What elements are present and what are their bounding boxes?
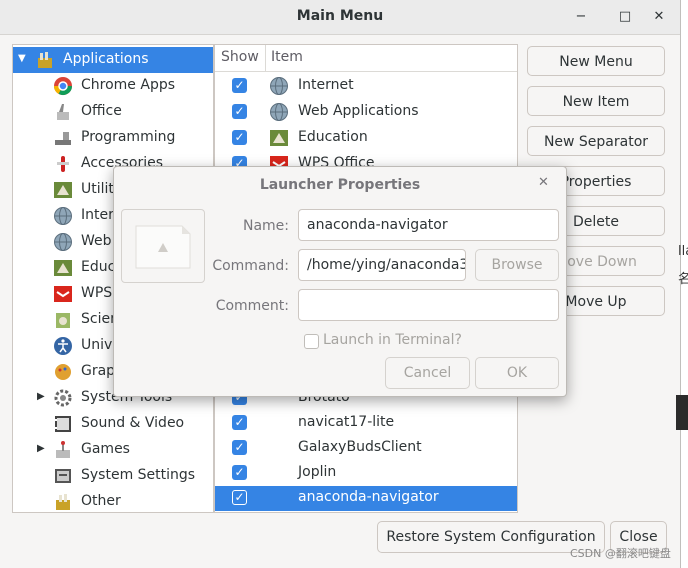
- maximize-icon[interactable]: □: [614, 6, 636, 28]
- science-icon: [56, 313, 70, 328]
- show-checkbox[interactable]: ✓: [232, 104, 247, 119]
- accessories-icon: [57, 156, 69, 172]
- name-label: Name:: [242, 218, 289, 234]
- list-item-label: navicat17-lite: [298, 414, 395, 430]
- gear-icon: [54, 389, 72, 407]
- show-checkbox[interactable]: ✓: [232, 440, 247, 455]
- applications-icon: [38, 52, 52, 68]
- browse-button[interactable]: Browse: [475, 249, 559, 281]
- chevron-right-icon[interactable]: ▶: [37, 391, 45, 402]
- chevron-right-icon[interactable]: ▶: [37, 443, 45, 454]
- accessibility-icon: [54, 337, 72, 355]
- other-icon: [56, 494, 70, 510]
- comment-field[interactable]: [298, 289, 559, 321]
- launch-in-terminal-label: Launch in Terminal?: [323, 332, 462, 348]
- minimize-icon[interactable]: −: [570, 6, 592, 28]
- tree-item-office[interactable]: Office: [13, 99, 213, 125]
- show-checkbox[interactable]: ✓: [232, 130, 247, 145]
- list-item-label: anaconda-navigator: [298, 489, 439, 505]
- programming-icon: [55, 132, 71, 145]
- tree-item-system-settings[interactable]: System Settings: [13, 463, 213, 489]
- dialog-title: Launcher Properties: [259, 177, 421, 193]
- column-header-item[interactable]: Item: [271, 49, 303, 65]
- list-item-selected[interactable]: ✓ anaconda-navigator: [215, 486, 517, 511]
- launch-in-terminal-checkbox[interactable]: [304, 334, 319, 349]
- show-checkbox[interactable]: ✓: [232, 490, 247, 505]
- tree-item-label: Sound & Video: [81, 415, 185, 431]
- list-item[interactable]: ✓ Web Applications: [215, 100, 517, 125]
- office-icon: [57, 104, 69, 120]
- tree-item-label: Office: [81, 103, 122, 119]
- globe-icon: [270, 103, 288, 121]
- show-checkbox[interactable]: ✓: [232, 465, 247, 480]
- ok-button[interactable]: OK: [475, 357, 559, 389]
- film-icon: [55, 416, 71, 432]
- watermark: CSDN @翻滚吧键盘: [570, 547, 671, 560]
- background-text: lla: [678, 244, 688, 259]
- list-item[interactable]: ✓ GalaxyBudsClient: [215, 436, 517, 461]
- tree-item-applications[interactable]: ▼ Applications: [13, 47, 213, 73]
- new-item-button[interactable]: New Item: [527, 86, 665, 116]
- graphics-icon: [55, 364, 71, 380]
- command-label: Command:: [212, 258, 289, 274]
- games-icon: [56, 441, 70, 458]
- tree-item-label: Games: [81, 441, 130, 457]
- new-menu-button[interactable]: New Menu: [527, 46, 665, 76]
- utilities-icon: [54, 182, 72, 198]
- column-divider: [265, 45, 266, 71]
- tree-item-chrome-apps[interactable]: Chrome Apps: [13, 73, 213, 99]
- list-item[interactable]: ✓ Education: [215, 126, 517, 151]
- chevron-down-icon[interactable]: ▼: [18, 53, 26, 64]
- new-separator-button[interactable]: New Separator: [527, 126, 665, 156]
- tree-item-other[interactable]: Other: [13, 489, 213, 512]
- tree-item-label: Applications: [63, 51, 149, 67]
- list-item-label: Internet: [298, 77, 354, 93]
- settings-icon: [55, 469, 71, 483]
- list-header: Show Item: [215, 45, 517, 72]
- show-checkbox[interactable]: ✓: [232, 78, 247, 93]
- list-item-label: GalaxyBudsClient: [298, 439, 422, 455]
- dialog-close-icon[interactable]: ✕: [538, 175, 549, 190]
- globe-icon: [54, 233, 72, 251]
- list-item-label: Web Applications: [298, 103, 419, 119]
- tree-item-games[interactable]: ▶ Games: [13, 437, 213, 463]
- list-item[interactable]: ✓ Internet: [215, 74, 517, 99]
- titlebar: Main Menu − □ ✕: [0, 0, 680, 35]
- tree-item-label: Chrome Apps: [81, 77, 176, 93]
- cancel-button[interactable]: Cancel: [385, 357, 470, 389]
- name-field[interactable]: anaconda-navigator: [298, 209, 559, 241]
- tree-item-label: System Settings: [81, 467, 196, 483]
- list-item-label: Joplin: [298, 464, 337, 480]
- background-dark-block: [676, 395, 688, 430]
- tree-item-label: Other: [81, 493, 121, 509]
- chrome-icon: [54, 77, 72, 96]
- tree-item-programming[interactable]: Programming: [13, 125, 213, 151]
- tree-item-sound-video[interactable]: Sound & Video: [13, 411, 213, 437]
- education-icon: [270, 130, 288, 146]
- globe-icon: [270, 77, 288, 95]
- globe-icon: [54, 207, 72, 225]
- tree-item-label: Programming: [81, 129, 176, 145]
- launcher-properties-dialog: Launcher Properties ✕ Name: anaconda-nav…: [113, 166, 567, 397]
- column-header-show[interactable]: Show: [221, 49, 259, 65]
- command-field[interactable]: /home/ying/anaconda3: [298, 249, 466, 281]
- show-checkbox[interactable]: ✓: [232, 415, 247, 430]
- background-text: 名: [678, 272, 688, 287]
- list-item[interactable]: ✓ Joplin: [215, 461, 517, 486]
- education-icon: [54, 260, 72, 276]
- wps-icon: [54, 286, 72, 302]
- close-icon[interactable]: ✕: [648, 6, 670, 28]
- list-item-label: Education: [298, 129, 368, 145]
- list-item[interactable]: ✓ navicat17-lite: [215, 411, 517, 436]
- comment-label: Comment:: [215, 298, 289, 314]
